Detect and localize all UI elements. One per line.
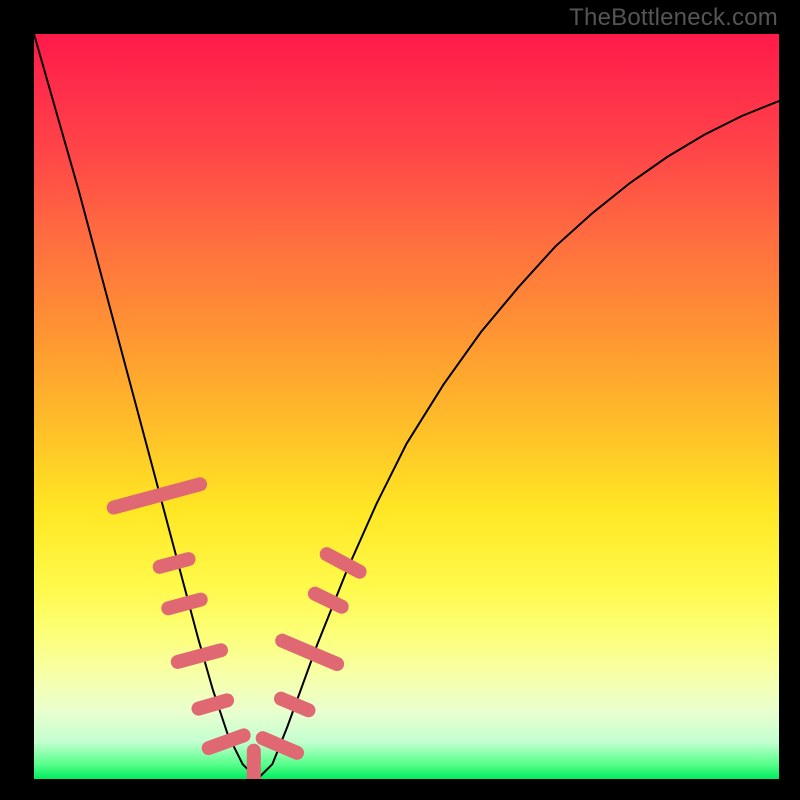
curve-marker <box>263 738 297 753</box>
curve-layer <box>34 34 779 779</box>
chart-svg <box>34 34 779 779</box>
curve-marker <box>282 641 337 664</box>
curve-marker <box>178 650 221 662</box>
curve-marker <box>114 484 200 507</box>
watermark-text: TheBottleneck.com <box>569 4 778 32</box>
curve-marker <box>209 735 244 748</box>
plot-area <box>34 34 779 779</box>
curve-marker <box>199 700 228 708</box>
chart-frame: TheBottleneck.com <box>0 0 800 800</box>
bottleneck-curve-path <box>34 34 779 779</box>
curve-marker <box>327 554 360 572</box>
curve-marker <box>160 559 189 567</box>
curve-marker <box>168 600 200 609</box>
curve-marker <box>281 699 309 711</box>
